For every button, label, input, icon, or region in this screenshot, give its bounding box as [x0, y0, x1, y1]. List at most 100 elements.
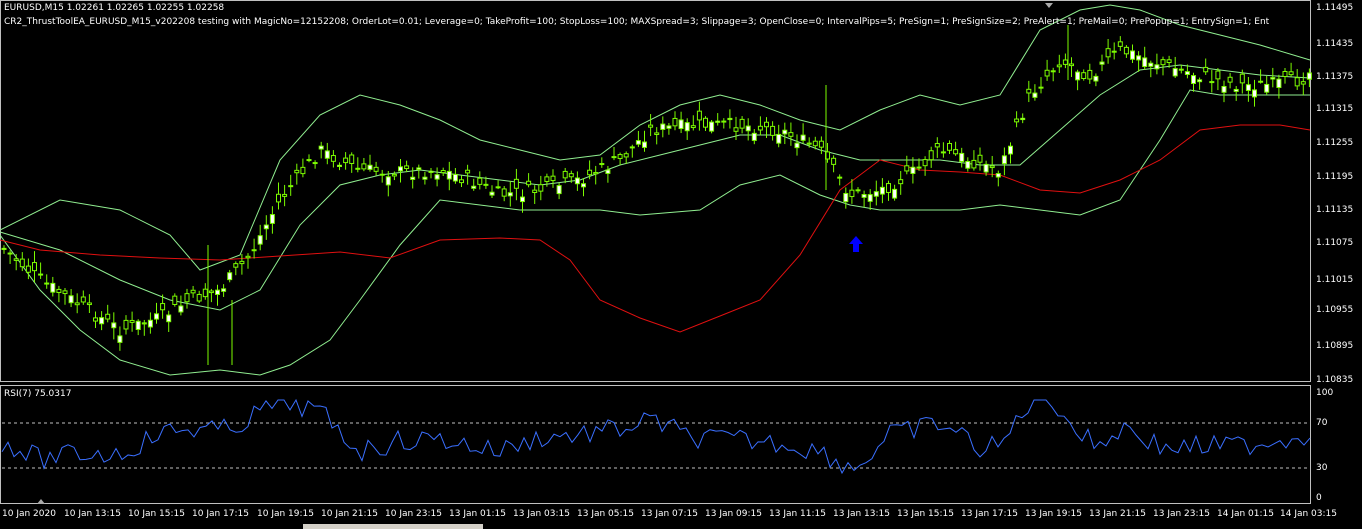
candle-body	[684, 122, 690, 132]
time-tick-label: 13 Jan 17:15	[961, 509, 1018, 519]
candle-body	[794, 142, 800, 149]
candle-body	[452, 173, 458, 182]
candle-body	[739, 118, 745, 129]
candle-body	[1087, 69, 1093, 80]
candle-body	[245, 255, 251, 259]
candle-body	[764, 121, 769, 128]
candle-body	[385, 176, 391, 186]
candle-body	[1258, 80, 1264, 83]
candle-body	[312, 162, 318, 165]
candle-body	[80, 296, 86, 303]
candle-body	[361, 163, 367, 170]
candle-body	[123, 319, 129, 330]
time-tick-label: 10 Jan 17:15	[192, 509, 249, 519]
candle-body	[459, 179, 464, 184]
candle-body	[1178, 68, 1184, 71]
candle-body	[867, 194, 873, 202]
candle-body	[1032, 92, 1038, 98]
candle-body	[587, 169, 593, 176]
candle-body	[1038, 86, 1044, 89]
candle-body	[812, 140, 818, 147]
candle-body	[330, 155, 336, 162]
candle-body	[404, 165, 410, 170]
candle-body	[635, 140, 641, 145]
candle-body	[904, 165, 910, 172]
candle-body	[660, 123, 666, 130]
candle-body	[1306, 72, 1312, 80]
candle-body	[178, 305, 184, 313]
candle-body	[300, 166, 306, 175]
candle-body	[32, 262, 37, 272]
price-tick-label: 1.11315	[1316, 104, 1354, 114]
candle-body	[440, 170, 446, 174]
candle-body	[1075, 71, 1081, 81]
candle-body	[343, 157, 349, 164]
candle-body	[873, 191, 879, 197]
candle-body	[934, 143, 940, 148]
candle-body	[483, 183, 489, 186]
candle-body	[1203, 66, 1209, 73]
time-tick-label: 13 Jan 05:15	[577, 509, 634, 519]
candle-body	[1282, 70, 1288, 77]
candle-body	[1221, 85, 1227, 93]
candle-body	[782, 129, 788, 135]
time-tick-label: 13 Jan 19:15	[1025, 509, 1082, 519]
candle-body	[251, 249, 257, 252]
candle-body	[642, 141, 647, 148]
chart-window[interactable]: EURUSD,M15 1.02261 1.02265 1.02255 1.022…	[0, 0, 1362, 529]
candle-body	[1197, 79, 1203, 83]
candle-body	[446, 170, 452, 180]
candle-body	[1001, 155, 1007, 165]
candle-body	[495, 186, 501, 189]
candle-body	[922, 159, 928, 167]
candle-body	[1062, 59, 1068, 65]
candle-body	[849, 189, 855, 198]
candle-body	[581, 183, 586, 188]
price-tick-label: 1.11075	[1316, 238, 1354, 248]
candle-body	[1111, 50, 1117, 53]
candle-body	[294, 169, 300, 174]
candle-body	[202, 288, 208, 298]
candle-body	[373, 166, 379, 172]
candle-body	[50, 282, 56, 293]
candle-body	[715, 120, 721, 123]
candle-body	[1081, 72, 1087, 79]
candle-body	[233, 263, 239, 268]
candle-body	[422, 176, 428, 180]
candle-body	[623, 153, 629, 158]
candle-body	[538, 184, 544, 192]
rsi-tick-label: 0	[1316, 493, 1322, 503]
time-tick-label: 14 Jan 01:15	[1217, 509, 1274, 519]
candle-body	[770, 125, 776, 136]
time-tick-label: 14 Jan 03:15	[1280, 509, 1337, 519]
candle-body	[1117, 41, 1123, 47]
candle-body	[62, 290, 68, 295]
candle-body	[318, 145, 324, 150]
candle-body	[696, 110, 702, 121]
candle-body	[1239, 73, 1245, 84]
candle-body	[605, 169, 611, 174]
candle-body	[13, 258, 19, 261]
time-tick-label: 10 Jan 19:15	[257, 509, 314, 519]
candle-body	[190, 289, 196, 294]
rsi-line	[1, 398, 1311, 475]
expert-advisor-info: CR2_ThrustToolEA_EURUSD_M15_v202208 test…	[4, 17, 1270, 27]
price-tick-label: 1.11195	[1316, 172, 1354, 182]
candle-body	[983, 163, 989, 173]
candle-body	[520, 196, 525, 203]
time-tick-label: 13 Jan 15:15	[897, 509, 954, 519]
candle-body	[940, 151, 946, 154]
candle-body	[916, 166, 922, 169]
candle-body	[965, 160, 971, 169]
candle-body	[1300, 81, 1306, 85]
candle-body	[599, 163, 605, 166]
candle-body	[208, 290, 214, 294]
price-tick-label: 1.11015	[1316, 275, 1354, 285]
candle-body	[678, 119, 684, 130]
candle-body	[788, 132, 794, 137]
candle-body	[995, 173, 1001, 178]
candle-body	[837, 176, 843, 179]
chart-tab-strip[interactable]	[303, 524, 483, 529]
time-tick-label: 10 Jan 23:15	[385, 509, 442, 519]
candle-body	[629, 146, 635, 149]
